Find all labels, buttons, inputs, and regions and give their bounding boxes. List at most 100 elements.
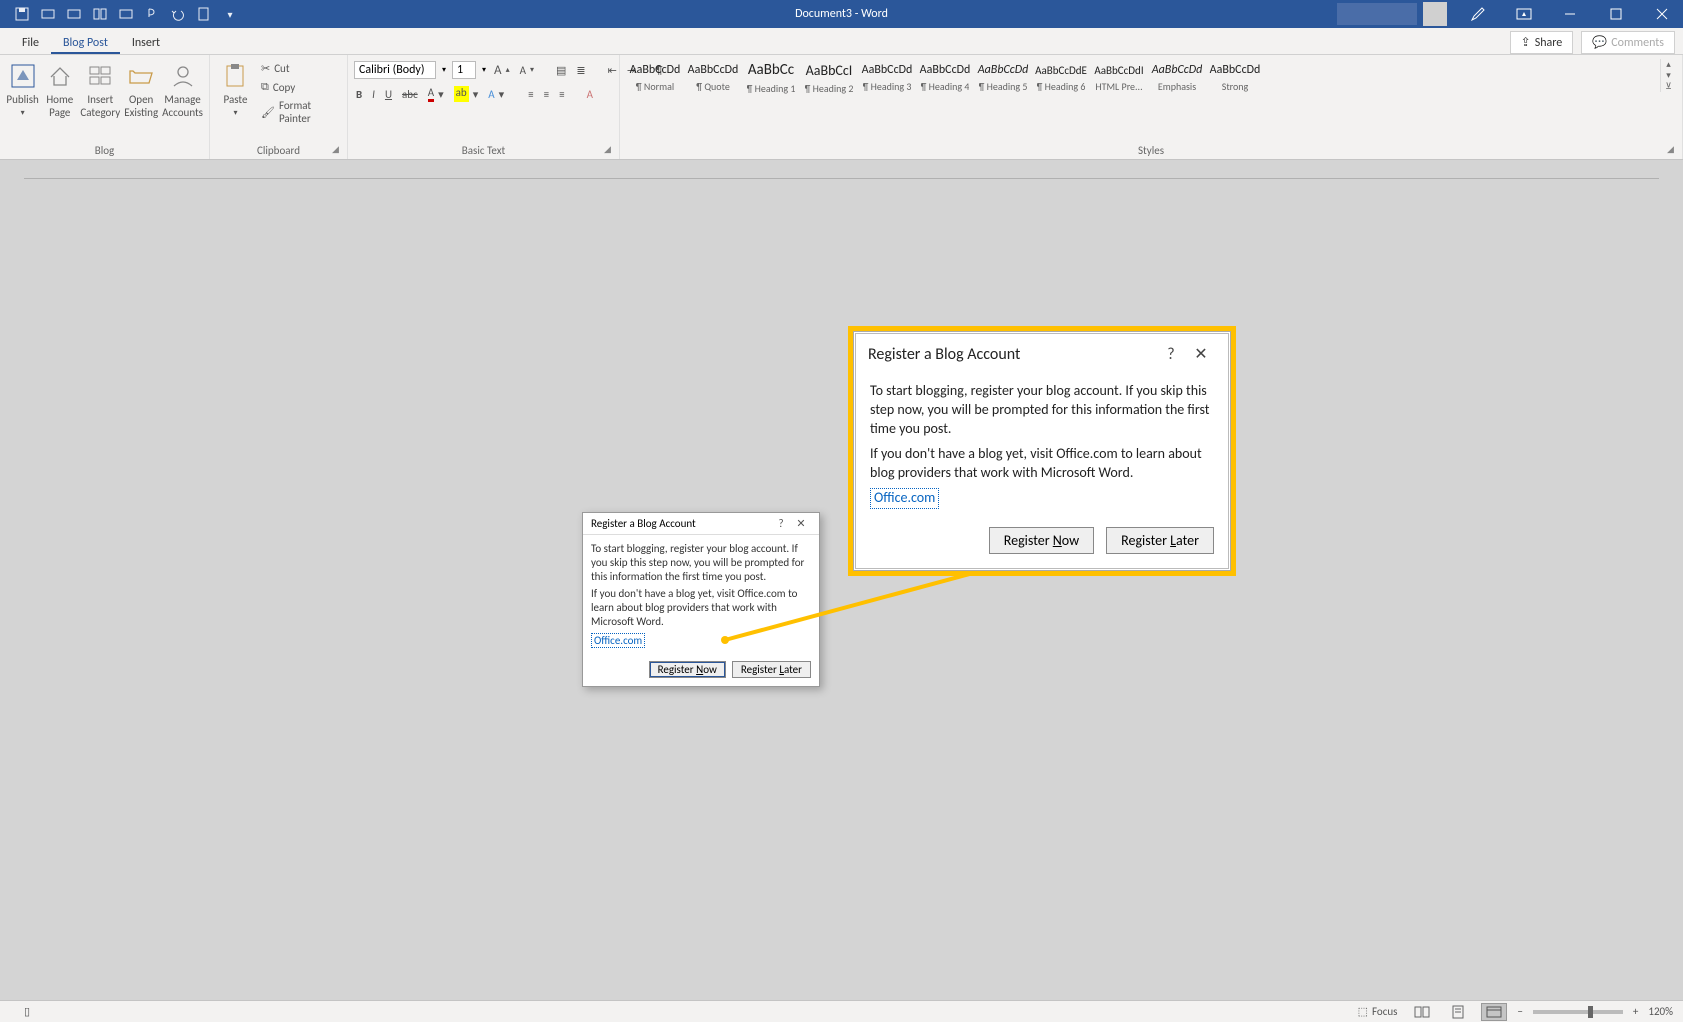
minimize-button[interactable] bbox=[1549, 0, 1591, 28]
draw-mode-icon[interactable] bbox=[1457, 0, 1499, 28]
styles-more-icon[interactable]: ⊻ bbox=[1661, 81, 1676, 92]
style-item[interactable]: AaBbCcDd¶ Quote bbox=[684, 59, 742, 97]
group-label-styles: Styles bbox=[626, 142, 1676, 159]
save-icon[interactable] bbox=[14, 6, 30, 22]
styles-scroll[interactable]: ▴ ▾ ⊻ bbox=[1660, 59, 1676, 92]
style-item[interactable]: AaBbCcDdEmphasis bbox=[1148, 59, 1206, 97]
focus-mode-button[interactable]: ⬚ Focus bbox=[1356, 1004, 1400, 1019]
numbering-button[interactable]: ≣ bbox=[574, 63, 587, 78]
home-icon bbox=[45, 61, 75, 91]
comments-button[interactable]: 💬Comments bbox=[1581, 31, 1675, 54]
group-label-basic-text: Basic Text bbox=[354, 142, 613, 159]
qat-icon-3[interactable] bbox=[66, 6, 82, 22]
qat-icon-4[interactable] bbox=[92, 6, 108, 22]
dialog-help-button[interactable]: ? bbox=[771, 517, 791, 530]
underline-button[interactable]: U bbox=[383, 87, 394, 102]
style-item[interactable]: AaBbCcDdIHTML Pre... bbox=[1090, 59, 1148, 97]
paste-button[interactable]: Paste▾ bbox=[216, 59, 255, 118]
qat-icon-5[interactable] bbox=[118, 6, 134, 22]
zoom-level[interactable]: 120% bbox=[1648, 1005, 1673, 1018]
callout-titlebar[interactable]: Register a Blog Account ? ✕ bbox=[856, 334, 1228, 374]
new-doc-icon[interactable] bbox=[196, 6, 212, 22]
callout-close-button[interactable]: ✕ bbox=[1186, 344, 1216, 364]
style-item[interactable]: AaBbCcI¶ Heading 2 bbox=[800, 59, 858, 97]
decrease-indent-button[interactable]: ⇤ bbox=[606, 63, 619, 78]
bullets-button[interactable]: ▤ bbox=[554, 63, 568, 78]
clipboard-launcher[interactable]: ◢ bbox=[332, 144, 344, 156]
tab-insert[interactable]: Insert bbox=[120, 31, 172, 54]
page-icon: ▯ bbox=[24, 1005, 30, 1018]
style-item[interactable]: AaBbCc¶ Heading 1 bbox=[742, 59, 800, 97]
style-item[interactable]: AaBbCcDdStrong bbox=[1206, 59, 1264, 97]
callout-register-later-button[interactable]: Register Later bbox=[1106, 527, 1214, 554]
copy-button[interactable]: ⧉Copy bbox=[259, 79, 341, 95]
style-item[interactable]: AaBbCcDd¶ Heading 4 bbox=[916, 59, 974, 97]
styles-gallery[interactable]: AaBbCcDd¶ NormalAaBbCcDd¶ QuoteAaBbCc¶ H… bbox=[626, 59, 1656, 97]
highlight-button[interactable]: ab▾ bbox=[452, 85, 481, 103]
font-color-button[interactable]: A▾ bbox=[426, 85, 446, 103]
zoom-thumb[interactable] bbox=[1588, 1006, 1593, 1018]
styles-down-icon[interactable]: ▾ bbox=[1661, 70, 1676, 81]
align-right-button[interactable]: ≡ bbox=[557, 87, 566, 102]
strikethrough-button[interactable]: abc bbox=[400, 87, 420, 102]
cut-icon: ✂ bbox=[261, 62, 270, 75]
ribbon-display-icon[interactable] bbox=[1503, 0, 1545, 28]
styles-launcher[interactable]: ◢ bbox=[1667, 144, 1679, 156]
bold-button[interactable]: B bbox=[354, 87, 364, 102]
user-name-block[interactable] bbox=[1337, 3, 1417, 25]
dialog-close-button[interactable]: ✕ bbox=[791, 517, 811, 530]
print-layout-button[interactable] bbox=[1445, 1003, 1471, 1021]
styles-up-icon[interactable]: ▴ bbox=[1661, 59, 1676, 70]
cut-button[interactable]: ✂Cut bbox=[259, 61, 341, 76]
dialog-text-1: To start blogging, register your blog ac… bbox=[591, 542, 811, 583]
register-blog-dialog: Register a Blog Account ? ✕ To start blo… bbox=[582, 512, 820, 687]
tab-blog-post[interactable]: Blog Post bbox=[51, 31, 120, 54]
register-now-button[interactable]: Register Now bbox=[649, 661, 726, 678]
insert-category-button[interactable]: Insert Category bbox=[80, 59, 120, 119]
style-name: ¶ Heading 5 bbox=[979, 80, 1028, 93]
callout-register-now-button[interactable]: Register Now bbox=[989, 527, 1094, 554]
italic-button[interactable]: I bbox=[370, 87, 377, 102]
callout-help-button[interactable]: ? bbox=[1156, 345, 1186, 364]
home-page-button[interactable]: Home Page bbox=[43, 59, 76, 119]
style-name: Strong bbox=[1222, 80, 1249, 93]
qat-icon-2[interactable] bbox=[40, 6, 56, 22]
user-avatar[interactable] bbox=[1423, 2, 1447, 26]
style-name: ¶ Heading 1 bbox=[747, 82, 796, 95]
maximize-button[interactable] bbox=[1595, 0, 1637, 28]
register-later-button[interactable]: Register Later bbox=[732, 661, 811, 678]
manage-accounts-button[interactable]: Manage Accounts bbox=[162, 59, 203, 119]
share-button[interactable]: ⇪Share bbox=[1510, 31, 1574, 54]
shrink-font-button[interactable]: A▾ bbox=[518, 63, 536, 78]
status-left[interactable]: ▯ bbox=[0, 1005, 30, 1018]
open-existing-button[interactable]: Open Existing bbox=[124, 59, 158, 119]
close-button[interactable] bbox=[1641, 0, 1683, 28]
clear-formatting-button[interactable]: A bbox=[585, 87, 595, 102]
qat-icon-6[interactable] bbox=[144, 6, 160, 22]
style-item[interactable]: AaBbCcDd¶ Heading 5 bbox=[974, 59, 1032, 97]
zoom-in-button[interactable]: + bbox=[1633, 1005, 1638, 1018]
document-area[interactable]: Register a Blog Account ? ✕ To start blo… bbox=[0, 160, 1683, 994]
align-center-button[interactable]: ≡ bbox=[542, 87, 551, 102]
web-layout-button[interactable] bbox=[1481, 1003, 1507, 1021]
office-link[interactable]: Office.com bbox=[591, 633, 645, 649]
basic-text-launcher[interactable]: ◢ bbox=[604, 144, 616, 156]
publish-button[interactable]: Publish▾ bbox=[6, 59, 39, 118]
callout-office-link[interactable]: Office.com bbox=[870, 488, 939, 509]
dialog-titlebar[interactable]: Register a Blog Account ? ✕ bbox=[583, 513, 819, 535]
tab-file[interactable]: File bbox=[10, 31, 51, 54]
qat-customize-icon[interactable]: ▾ bbox=[222, 6, 238, 22]
align-left-button[interactable]: ≡ bbox=[526, 87, 535, 102]
zoom-slider[interactable] bbox=[1533, 1010, 1623, 1014]
format-painter-button[interactable]: 🖌Format Painter bbox=[259, 98, 341, 126]
undo-icon[interactable] bbox=[170, 6, 186, 22]
grow-font-button[interactable]: A▴ bbox=[492, 62, 512, 79]
font-name-select[interactable]: Calibri (Body) bbox=[354, 61, 436, 79]
zoom-out-button[interactable]: − bbox=[1517, 1005, 1522, 1018]
font-size-select[interactable]: 1 bbox=[452, 61, 476, 79]
style-item[interactable]: AaBbCcDd¶ Heading 3 bbox=[858, 59, 916, 97]
style-item[interactable]: AaBbCcDd¶ Normal bbox=[626, 59, 684, 97]
text-effects-button[interactable]: A▾ bbox=[486, 87, 506, 102]
style-item[interactable]: AaBbCcDdE¶ Heading 6 bbox=[1032, 59, 1090, 97]
read-mode-button[interactable] bbox=[1409, 1003, 1435, 1021]
